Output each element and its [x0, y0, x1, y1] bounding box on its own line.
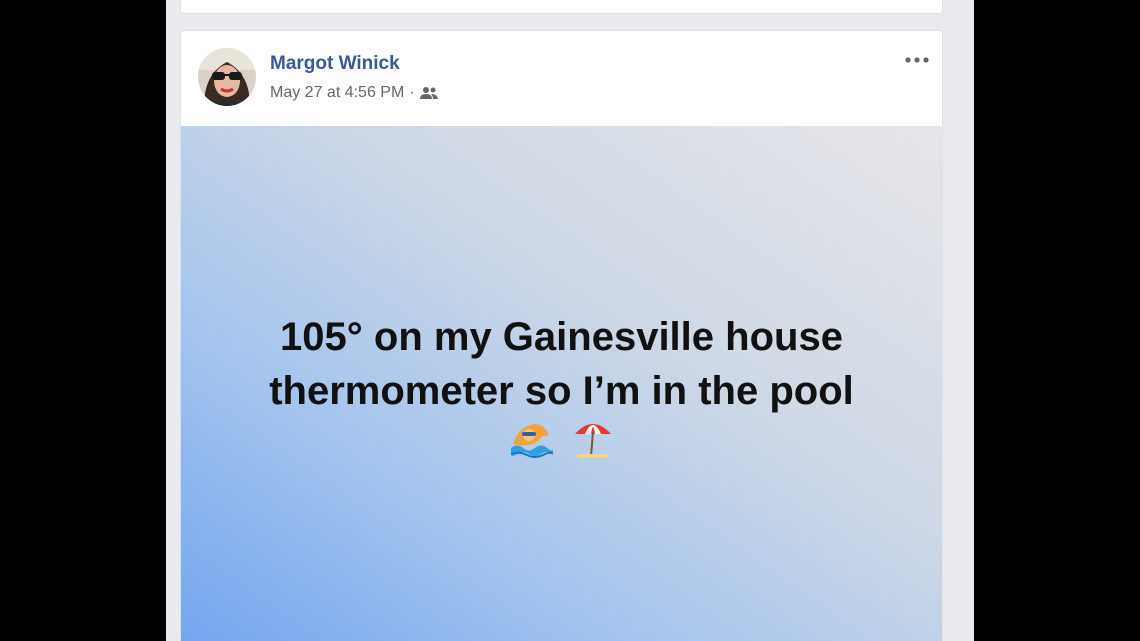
status-text-line: 105° on my Gainesville house — [280, 315, 843, 359]
post-header: Margot Winick May 27 at 4:56 PM · — [181, 31, 942, 126]
author-name[interactable]: Margot Winick — [270, 53, 400, 75]
status-text-line: thermometer so I’m in the pool — [269, 369, 854, 413]
post-meta: May 27 at 4:56 PM · — [270, 84, 438, 102]
beach-umbrella-emoji — [574, 424, 611, 458]
status-background: 105° on my Gainesville house thermometer… — [181, 126, 942, 641]
post-card: Margot Winick May 27 at 4:56 PM · 105° o… — [180, 30, 943, 641]
emoji-row — [181, 418, 942, 460]
news-feed: Margot Winick May 27 at 4:56 PM · 105° o… — [166, 0, 974, 641]
avatar[interactable] — [198, 48, 256, 106]
avatar-image — [198, 48, 256, 106]
swimmer-emoji — [510, 424, 553, 458]
status-text: 105° on my Gainesville house thermometer… — [181, 310, 942, 418]
meta-separator: · — [409, 84, 415, 101]
more-options-icon[interactable] — [903, 49, 931, 71]
friends-icon[interactable] — [419, 86, 438, 100]
previous-post-card — [180, 0, 943, 14]
post-timestamp[interactable]: May 27 at 4:56 PM — [270, 84, 404, 102]
